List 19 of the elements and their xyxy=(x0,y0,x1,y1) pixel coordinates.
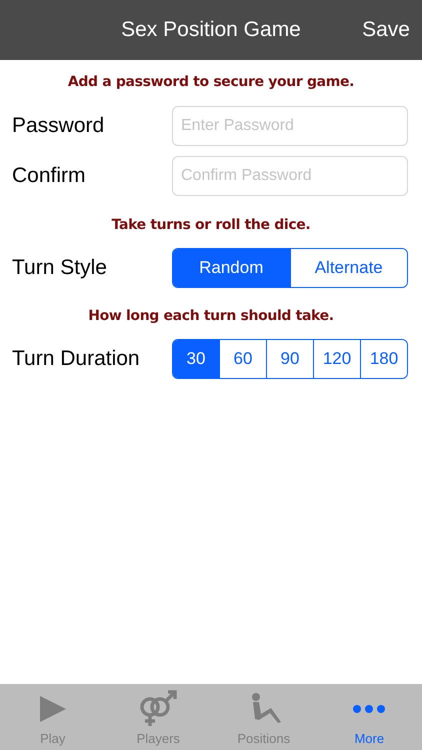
segment-option[interactable]: 180 xyxy=(360,340,407,378)
window-title: Sex Position Game xyxy=(121,17,301,44)
segment-option[interactable]: 30 xyxy=(173,340,219,378)
tab-item[interactable]: More xyxy=(316,684,422,750)
more-icon xyxy=(352,704,386,714)
play-icon xyxy=(38,694,68,724)
field-label: Confirm xyxy=(12,163,87,190)
gender-symbols-icon xyxy=(138,690,178,728)
field-label: Turn Duration xyxy=(12,346,141,372)
hint-text: Add a password to secure your game. xyxy=(68,73,354,92)
save-button[interactable]: Save xyxy=(352,14,410,46)
segment-option[interactable]: Alternate xyxy=(290,249,407,287)
input-field[interactable]: Enter Password xyxy=(172,106,408,146)
input-field[interactable]: Confirm Password xyxy=(172,156,408,196)
hint-text: How long each turn should take. xyxy=(88,307,334,326)
segment-option[interactable]: Random xyxy=(173,249,290,287)
field-label: Password xyxy=(12,113,106,140)
field-label: Turn Style xyxy=(12,255,108,282)
hint-text: Take turns or roll the dice. xyxy=(112,216,310,235)
